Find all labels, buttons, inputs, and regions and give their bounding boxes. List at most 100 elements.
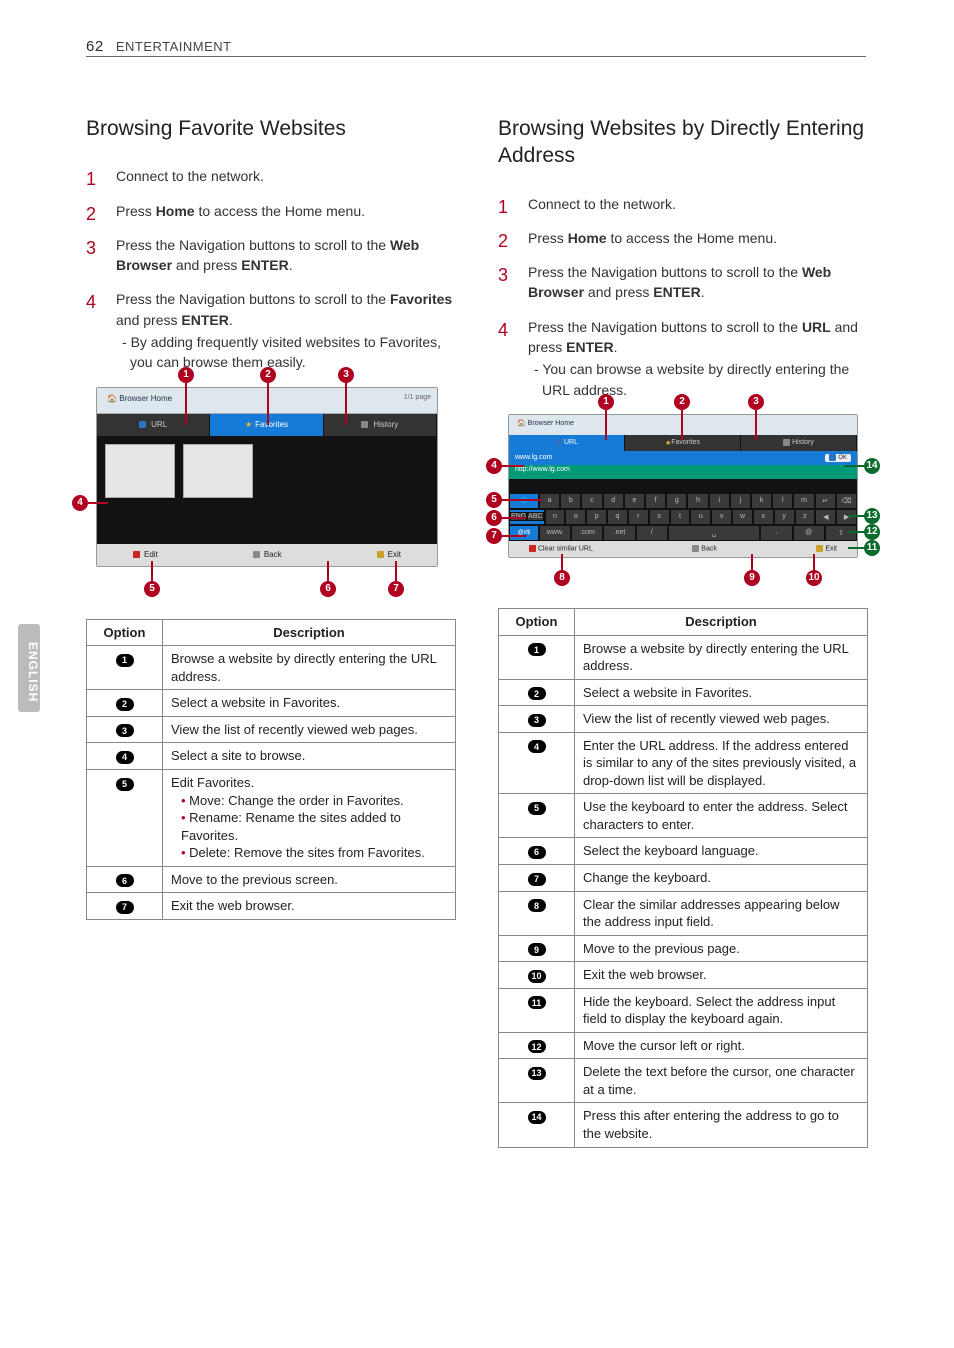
tab-url[interactable]: URL (509, 435, 625, 451)
key[interactable]: / (636, 525, 668, 541)
badge-1: 1 (116, 654, 134, 667)
square-icon (139, 421, 146, 428)
site-thumb[interactable] (105, 444, 175, 498)
section-name: ENTERTAINMENT (116, 39, 232, 54)
key[interactable]: w (732, 509, 753, 525)
key[interactable]: n (545, 509, 566, 525)
right-title: Browsing Websites by Directly Entering A… (498, 115, 868, 170)
key[interactable]: a (539, 493, 560, 509)
desc-14: Press this after entering the address to… (575, 1103, 868, 1147)
key[interactable]: v (711, 509, 732, 525)
step-2: 2 Press Home to access the Home menu. (498, 228, 868, 248)
space-key[interactable]: ␣ (668, 525, 761, 541)
badge-6: 6 (116, 874, 134, 887)
hide-kb-key[interactable]: ⇧ (825, 525, 857, 541)
key[interactable]: h (687, 493, 708, 509)
clear-button[interactable]: Clear similar URL (529, 545, 593, 552)
ok-button[interactable]: OK (825, 454, 851, 461)
badge-5: 5 (528, 802, 546, 815)
key[interactable]: m (793, 493, 814, 509)
desc-2: Select a website in Favorites. (575, 679, 868, 706)
badge-12: 12 (528, 1040, 546, 1053)
badge-3: 3 (116, 724, 134, 737)
callout-6: 6 (320, 581, 336, 597)
back-button[interactable]: Back (253, 550, 282, 559)
symbol-key[interactable]: @#$ (509, 525, 539, 541)
key[interactable]: s (649, 509, 670, 525)
badge-7: 7 (116, 901, 134, 914)
key[interactable]: g (666, 493, 687, 509)
key[interactable]: r (628, 509, 649, 525)
thumb-area (97, 436, 437, 544)
badge-8: 8 (528, 899, 546, 912)
back-icon (253, 551, 260, 558)
right-table: OptionDescription 1Browse a website by d… (498, 608, 868, 1148)
key[interactable]: j (730, 493, 751, 509)
key[interactable]: e (624, 493, 645, 509)
desc-13: Delete the text before the cursor, one c… (575, 1059, 868, 1103)
callout-11: 11 (864, 540, 880, 556)
enter-key[interactable]: ↵ (815, 493, 836, 509)
key[interactable]: b (560, 493, 581, 509)
key[interactable]: .com (571, 525, 603, 541)
key[interactable]: z (795, 509, 816, 525)
key[interactable]: x (753, 509, 774, 525)
site-thumb[interactable] (183, 444, 253, 498)
key[interactable]: k (751, 493, 772, 509)
key[interactable]: c (581, 493, 602, 509)
badge-13: 13 (528, 1067, 546, 1080)
badge-11: 11 (528, 996, 546, 1009)
badge-14: 14 (528, 1111, 546, 1124)
key[interactable]: i (709, 493, 730, 509)
header-rule (86, 56, 866, 57)
address-input[interactable]: www.lg.com OK (509, 451, 857, 465)
desc-5: Edit Favorites. Move: Change the order i… (163, 769, 456, 866)
tab-favorites[interactable]: ★Favorites (625, 435, 741, 451)
desc-12: Move the cursor left or right. (575, 1032, 868, 1059)
desc-1: Browse a website by directly entering th… (575, 635, 868, 679)
key[interactable]: l (772, 493, 793, 509)
badge-2: 2 (116, 698, 134, 711)
left-key[interactable]: ◀ (815, 509, 836, 525)
key[interactable]: d (603, 493, 624, 509)
tab-history[interactable]: History (741, 435, 857, 451)
step-4-sub: By adding frequently visited websites to… (116, 332, 456, 373)
left-title: Browsing Favorite Websites (86, 115, 456, 142)
exit-button[interactable]: Exit (816, 545, 837, 552)
exit-button[interactable]: Exit (377, 550, 401, 559)
edit-button[interactable]: Edit (133, 550, 158, 559)
desc-11: Hide the keyboard. Select the address in… (575, 988, 868, 1032)
callout-4: 4 (486, 458, 502, 474)
key[interactable]: t (670, 509, 691, 525)
figure-url-entry: 1 2 3 4 5 6 7 14 13 12 11 🏠 Browser Home… (508, 414, 858, 558)
globe-icon[interactable]: 🌐 (509, 493, 539, 509)
key[interactable]: www. (539, 525, 571, 541)
key[interactable]: . (760, 525, 792, 541)
callout-7: 7 (388, 581, 404, 597)
key[interactable]: p (586, 509, 607, 525)
step-4: 4 Press the Navigation buttons to scroll… (86, 289, 456, 372)
backspace-key[interactable]: ⌫ (836, 493, 857, 509)
square-icon (555, 439, 562, 446)
tab-history[interactable]: History (324, 414, 437, 436)
back-button[interactable]: Back (692, 545, 717, 552)
key[interactable]: o (565, 509, 586, 525)
badge-2: 2 (528, 687, 546, 700)
callout-4: 4 (72, 495, 88, 511)
key[interactable]: u (690, 509, 711, 525)
square-icon (133, 551, 140, 558)
callout-2: 2 (260, 367, 276, 383)
similar-url[interactable]: http://www.lg.com (509, 465, 857, 479)
key[interactable]: @ (793, 525, 825, 541)
badge-6: 6 (528, 846, 546, 859)
key[interactable]: f (645, 493, 666, 509)
right-key[interactable]: ▶ (836, 509, 857, 525)
key[interactable]: y (774, 509, 795, 525)
tab-url[interactable]: URL (97, 414, 210, 436)
callout-12: 12 (864, 524, 880, 540)
left-steps: 1Connect to the network. 2 Press Home to… (86, 166, 456, 372)
key[interactable]: q (607, 509, 628, 525)
kb-row-2: ENG ABC nopqrstuvwxyz ◀ ▶ (509, 509, 857, 525)
key[interactable]: .net (603, 525, 635, 541)
desc-9: Move to the previous page. (575, 935, 868, 962)
